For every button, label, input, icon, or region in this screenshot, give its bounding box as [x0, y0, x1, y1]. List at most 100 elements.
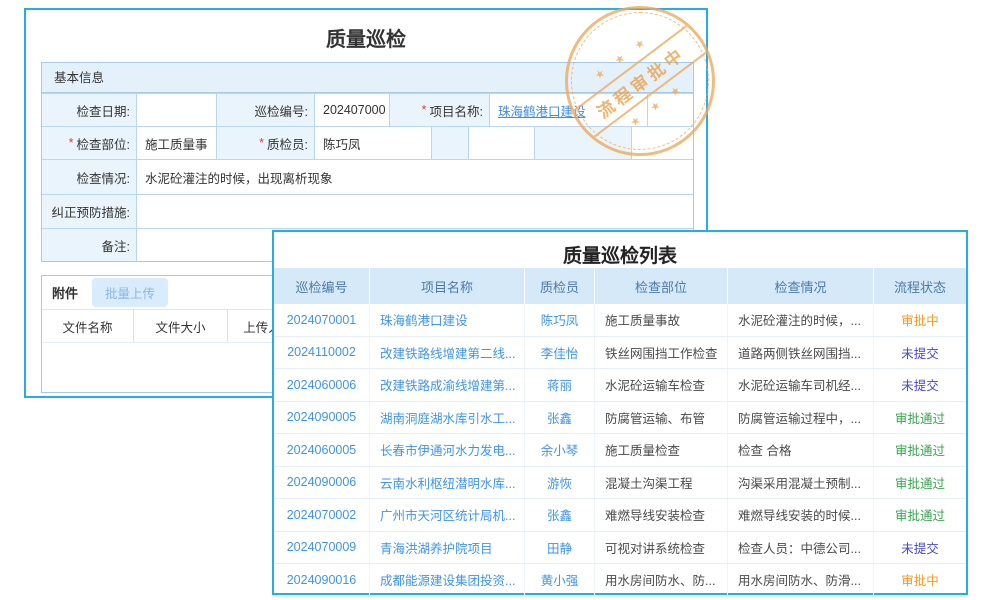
- row-project-link[interactable]: 云南水利枢纽潜明水库...: [370, 467, 525, 499]
- table-row[interactable]: 2024090005湖南洞庭湖水库引水工...张鑫防腐管运输、布管防腐管运输过程…: [274, 402, 966, 435]
- row-inspection-no-link[interactable]: 2024070009: [274, 532, 370, 564]
- row-project-link[interactable]: 广州市天河区统计局机...: [370, 499, 525, 531]
- row-inspection-no-link[interactable]: 2024090016: [274, 564, 370, 596]
- row-inspection-no-link[interactable]: 2024090006: [274, 467, 370, 499]
- required-asterisk: *: [69, 136, 74, 150]
- row-situation: 水泥砼运输车司机经...: [728, 369, 874, 401]
- table-row[interactable]: 2024090006云南水利枢纽潜明水库...游恢混凝土沟渠工程沟渠采用混凝土预…: [274, 467, 966, 500]
- row-status-badge: 审批中: [874, 304, 966, 336]
- batch-upload-button[interactable]: 批量上传: [92, 278, 168, 307]
- row-status-badge: 未提交: [874, 532, 966, 564]
- column-header: 流程状态: [874, 268, 966, 304]
- row-inspect-part: 防腐管运输、布管: [595, 402, 728, 434]
- row-inspection-no-link[interactable]: 2024060005: [274, 434, 370, 466]
- row-situation: 沟渠采用混凝土预制...: [728, 467, 874, 499]
- row-status-badge: 未提交: [874, 337, 966, 369]
- inspector-input[interactable]: 陈巧凤: [315, 127, 432, 159]
- empty-cell: [648, 94, 693, 126]
- attachment-label: 附件: [52, 283, 78, 302]
- inspect-date-label: 检查日期:: [42, 94, 137, 126]
- basic-info-section-header: 基本信息: [42, 63, 693, 93]
- inspect-no-value: 202407000: [315, 94, 390, 126]
- row-inspector: 李佳怡: [525, 337, 595, 369]
- row-status-badge: 审批通过: [874, 499, 966, 531]
- inspection-list-window: 质量巡检列表 巡检编号项目名称质检员检查部位检查情况流程状态 202407000…: [272, 230, 968, 595]
- row-inspect-part: 混凝土沟渠工程: [595, 467, 728, 499]
- table-row[interactable]: 2024110002改建铁路线增建第二线...李佳怡铁丝网围挡工作检查道路两侧铁…: [274, 337, 966, 370]
- situation-label: 检查情况:: [42, 160, 137, 194]
- row-inspect-part: 可视对讲系统检查: [595, 532, 728, 564]
- inspection-table: 巡检编号项目名称质检员检查部位检查情况流程状态 2024070001珠海鹤港口建…: [274, 268, 966, 593]
- inspect-part-input[interactable]: 施工质量事: [137, 127, 217, 159]
- row-inspect-part: 难燃导线安装检查: [595, 499, 728, 531]
- row-inspector: 余小琴: [525, 434, 595, 466]
- row-situation: 用水房间防水、防滑...: [728, 564, 874, 596]
- row-status-badge: 审批通过: [874, 434, 966, 466]
- row-inspector: 张鑫: [525, 499, 595, 531]
- table-row[interactable]: 2024070001珠海鹤港口建设陈巧凤施工质量事故水泥砼灌注的时候，...审批…: [274, 304, 966, 337]
- row-inspector: 蒋丽: [525, 369, 595, 401]
- situation-input[interactable]: 水泥砼灌注的时候，出现离析现象: [137, 160, 693, 194]
- row-inspector: 陈巧凤: [525, 304, 595, 336]
- row-situation: 防腐管运输过程中，...: [728, 402, 874, 434]
- row-inspector: 张鑫: [525, 402, 595, 434]
- form-title: 质量巡检: [26, 23, 706, 52]
- list-header-row: 巡检编号项目名称质检员检查部位检查情况流程状态: [274, 268, 966, 304]
- inspect-date-input[interactable]: [137, 94, 217, 126]
- table-row[interactable]: 2024060006改建铁路成渝线增建第...蒋丽水泥砼运输车检查水泥砼运输车司…: [274, 369, 966, 402]
- measures-input[interactable]: [137, 195, 693, 228]
- row-project-link[interactable]: 改建铁路线增建第二线...: [370, 337, 525, 369]
- table-row[interactable]: 2024090016成都能源建设集团投资...黄小强用水房间防水、防...用水房…: [274, 564, 966, 597]
- row-inspection-no-link[interactable]: 2024090005: [274, 402, 370, 434]
- empty-field-label: [535, 127, 632, 159]
- column-header: 质检员: [525, 268, 595, 304]
- row-project-link[interactable]: 湖南洞庭湖水库引水工...: [370, 402, 525, 434]
- required-asterisk: *: [422, 103, 427, 117]
- row-inspector: 黄小强: [525, 564, 595, 596]
- project-name-link[interactable]: 珠海鹤港口建设: [498, 101, 586, 120]
- empty-cell: [469, 127, 535, 159]
- row-situation: 水泥砼灌注的时候，...: [728, 304, 874, 336]
- row-situation: 检查人员：中德公司...: [728, 532, 874, 564]
- row-situation: 难燃导线安装的时候...: [728, 499, 874, 531]
- row-project-link[interactable]: 成都能源建设集团投资...: [370, 564, 525, 596]
- empty-field-label: [432, 127, 469, 159]
- remark-label: 备注:: [42, 229, 137, 261]
- column-header: 检查部位: [595, 268, 728, 304]
- row-inspection-no-link[interactable]: 2024060006: [274, 369, 370, 401]
- row-inspector: 田静: [525, 532, 595, 564]
- attachment-column-header: 文件大小: [134, 310, 228, 342]
- row-project-link[interactable]: 珠海鹤港口建设: [370, 304, 525, 336]
- row-inspection-no-link[interactable]: 2024070001: [274, 304, 370, 336]
- row-inspect-part: 施工质量事故: [595, 304, 728, 336]
- attachment-column-header: 文件名称: [42, 310, 134, 342]
- row-inspect-part: 施工质量检查: [595, 434, 728, 466]
- project-name-cell: 珠海鹤港口建设: [490, 94, 648, 126]
- form-row-situation: 检查情况: 水泥砼灌注的时候，出现离析现象: [42, 159, 693, 194]
- row-status-badge: 审批通过: [874, 467, 966, 499]
- row-project-link[interactable]: 改建铁路成渝线增建第...: [370, 369, 525, 401]
- inspector-label: *质检员:: [217, 127, 315, 159]
- column-header: 项目名称: [370, 268, 525, 304]
- row-inspection-no-link[interactable]: 2024110002: [274, 337, 370, 369]
- inspect-part-label: *检查部位:: [42, 127, 137, 159]
- row-inspector: 游恢: [525, 467, 595, 499]
- list-title: 质量巡检列表: [274, 241, 966, 268]
- table-row[interactable]: 2024070002广州市天河区统计局机...张鑫难燃导线安装检查难燃导线安装的…: [274, 499, 966, 532]
- form-row-2: *检查部位: 施工质量事 *质检员: 陈巧凤: [42, 126, 693, 159]
- row-status-badge: 审批中: [874, 564, 966, 596]
- row-inspection-no-link[interactable]: 2024070002: [274, 499, 370, 531]
- row-inspect-part: 用水房间防水、防...: [595, 564, 728, 596]
- column-header: 巡检编号: [274, 268, 370, 304]
- empty-cell: [632, 127, 693, 159]
- row-status-badge: 审批通过: [874, 402, 966, 434]
- form-row-measures: 纠正预防措施:: [42, 194, 693, 228]
- table-row[interactable]: 2024060005长春市伊通河水力发电...余小琴施工质量检查检查 合格审批通…: [274, 434, 966, 467]
- required-asterisk: *: [259, 136, 264, 150]
- row-project-link[interactable]: 长春市伊通河水力发电...: [370, 434, 525, 466]
- column-header: 检查情况: [728, 268, 874, 304]
- measures-label: 纠正预防措施:: [42, 195, 137, 228]
- row-inspect-part: 水泥砼运输车检查: [595, 369, 728, 401]
- table-row[interactable]: 2024070009青海洪湖养护院项目田静可视对讲系统检查检查人员：中德公司..…: [274, 532, 966, 565]
- row-project-link[interactable]: 青海洪湖养护院项目: [370, 532, 525, 564]
